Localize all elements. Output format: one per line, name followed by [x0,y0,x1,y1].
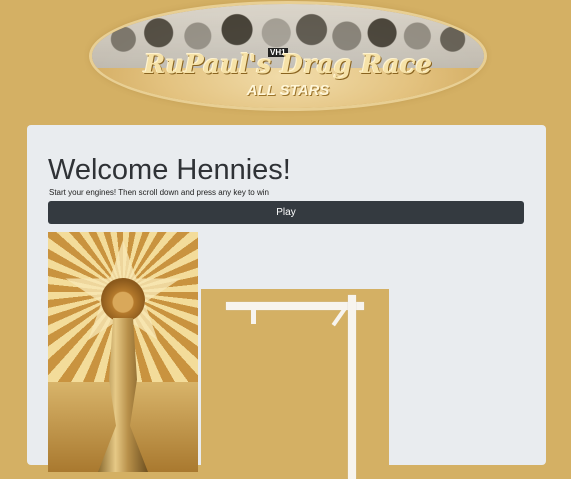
instructions-text: Start your engines! Then scroll down and… [49,188,269,197]
show-logo: RuPaul's Drag Race [143,50,433,80]
all-stars-logo: ALL STARS [246,82,330,99]
gallows-rope [251,310,256,324]
rupaul-poster-image [48,232,198,472]
figure-hair [101,278,145,322]
hangman-canvas [201,289,389,479]
gallows-brace [331,307,347,327]
page-title: Welcome Hennies! [48,154,291,186]
play-button[interactable]: Play [48,201,524,224]
header-banner: VH1 RuPaul's Drag Race ALL STARS [92,4,484,108]
gallows-post [348,295,356,479]
game-panel: Welcome Hennies! Start your engines! The… [27,125,546,479]
